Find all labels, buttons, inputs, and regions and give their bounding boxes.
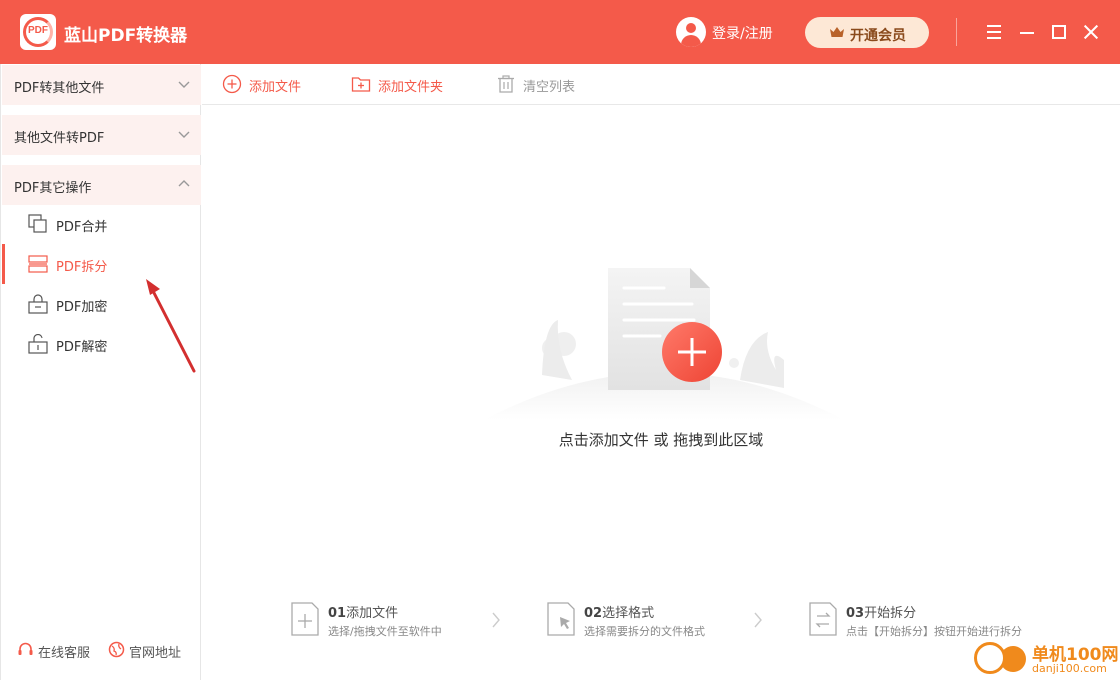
add-file-label: 添加文件 <box>249 80 302 95</box>
sidebar-item-pdf-merge[interactable]: PDF合并 <box>2 204 201 244</box>
file-drop-zone[interactable]: 点击添加文件 或 拖拽到此区域 <box>202 105 1120 575</box>
lock-icon <box>28 294 48 314</box>
trash-icon <box>498 75 514 93</box>
sidebar-category-pdf-to-other[interactable]: PDF转其他文件 <box>2 65 201 105</box>
watermark: 单机100网 danji100.com <box>970 638 1120 680</box>
close-icon[interactable] <box>1081 22 1101 42</box>
globe-icon <box>108 641 125 658</box>
chevron-right-icon <box>492 612 500 628</box>
app-logo-text: PDF <box>28 25 48 36</box>
step-title: 03开始拆分 <box>846 606 917 621</box>
login-register-link[interactable]: 登录/注册 <box>712 23 773 43</box>
plus-circle-icon <box>222 74 242 94</box>
menu-icon[interactable] <box>985 22 1005 42</box>
chevron-up-icon <box>178 180 190 187</box>
vip-button[interactable]: 开通会员 <box>805 17 929 48</box>
sidebar-item-label: PDF拆分 <box>56 260 108 275</box>
drop-zone-prompt: 点击添加文件 或 拖拽到此区域 <box>558 431 764 449</box>
split-icon <box>28 255 48 273</box>
merge-icon <box>28 214 47 233</box>
sidebar-category-other-to-pdf[interactable]: 其他文件转PDF <box>2 115 201 155</box>
category-label: 其他文件转PDF <box>14 131 105 146</box>
add-document-icon <box>291 602 319 636</box>
step-description: 选择需要拆分的文件格式 <box>584 625 705 638</box>
add-folder-label: 添加文件夹 <box>378 80 444 95</box>
online-support-label: 在线客服 <box>38 646 91 661</box>
watermark-url: danji100.com <box>1032 662 1107 675</box>
toolbar: 添加文件 添加文件夹 清空列表 <box>202 64 1120 105</box>
category-label: PDF转其他文件 <box>14 81 105 96</box>
cursor-document-icon <box>547 602 575 636</box>
step-title: 02选择格式 <box>584 606 655 621</box>
vip-label: 开通会员 <box>850 28 906 44</box>
unlock-icon <box>28 334 48 354</box>
website-label: 官网地址 <box>129 646 182 661</box>
annotation-arrow <box>146 279 196 373</box>
sidebar-item-label: PDF解密 <box>56 340 108 355</box>
step-description: 选择/拖拽文件至软件中 <box>328 625 442 638</box>
chevron-right-icon <box>754 612 762 628</box>
sidebar-item-label: PDF加密 <box>56 300 108 315</box>
user-avatar-icon[interactable] <box>676 17 706 47</box>
sidebar-item-label: PDF合并 <box>56 220 108 235</box>
title-bar-divider <box>956 18 957 46</box>
minimize-icon[interactable] <box>1018 22 1038 42</box>
add-document-illustration-icon <box>484 268 844 420</box>
category-label: PDF其它操作 <box>14 181 92 196</box>
headset-icon <box>18 642 33 655</box>
app-logo-icon: PDF <box>20 14 56 50</box>
sidebar-category-pdf-other-ops[interactable]: PDF其它操作 <box>2 165 201 205</box>
title-bar: PDF 蓝山PDF转换器 登录/注册 开通会员 <box>0 0 1120 64</box>
step-description: 点击【开始拆分】按钮开始进行拆分 <box>846 625 1022 638</box>
chevron-down-icon <box>178 81 190 88</box>
watermark-logo-ring-icon <box>974 642 1006 674</box>
chevron-down-icon <box>178 131 190 138</box>
crown-icon <box>830 27 844 37</box>
clear-list-label: 清空列表 <box>523 80 576 95</box>
maximize-icon[interactable] <box>1050 22 1070 42</box>
app-title: 蓝山PDF转换器 <box>64 26 188 46</box>
folder-plus-icon <box>351 77 371 92</box>
convert-document-icon <box>809 602 837 636</box>
active-indicator <box>2 244 5 284</box>
step-title: 01添加文件 <box>328 606 399 621</box>
